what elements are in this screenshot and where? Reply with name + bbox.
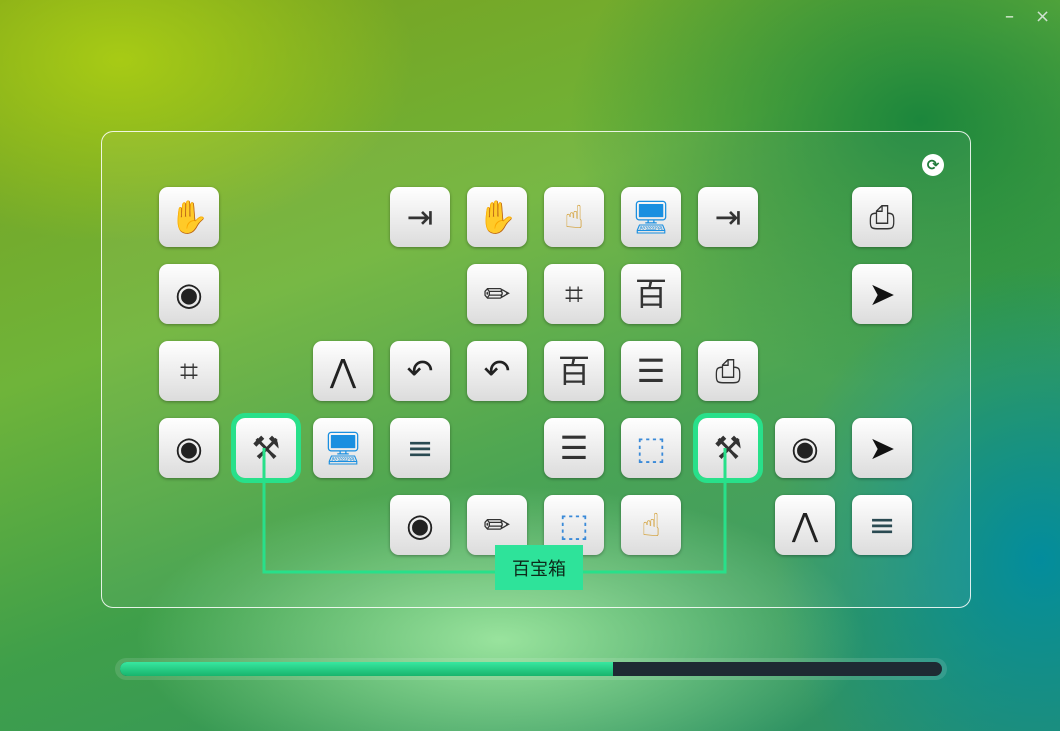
tile-tray-icon[interactable]: ⎙ (852, 187, 912, 247)
eraser-hand-icon: ☝ (564, 198, 584, 236)
exit-icon: ⇥ (714, 198, 742, 236)
screenshot-icon: ⬚ (558, 506, 590, 544)
eraser-hand-icon: ☝ (641, 506, 661, 544)
tile-spotlight-icon[interactable]: ◉ (775, 418, 835, 478)
crop-icon: ⌗ (564, 275, 584, 313)
tile-spotlight-icon[interactable]: ◉ (159, 418, 219, 478)
undo-icon: ↶ (406, 352, 434, 390)
progress-track (115, 658, 947, 680)
game-board (101, 131, 971, 608)
nodes-icon: ⋀ (791, 506, 819, 544)
progress-fill (120, 662, 614, 676)
tile-undo-icon[interactable]: ↶ (467, 341, 527, 401)
undo-icon: ↶ (483, 352, 511, 390)
tile-calligraphy-icon[interactable]: 百 (621, 264, 681, 324)
tile-pencil-icon[interactable]: ✏ (467, 264, 527, 324)
tile-exit-icon[interactable]: ⇥ (698, 187, 758, 247)
refresh-icon[interactable]: ⟳ (922, 154, 944, 176)
cursor-icon: ➤ (868, 275, 896, 313)
tile-list-icon[interactable]: ☰ (621, 341, 681, 401)
tile-monitor-icon[interactable]: 🖥 (621, 187, 681, 247)
list-icon: ☰ (559, 429, 589, 467)
crop-icon: ⌗ (179, 352, 199, 390)
nodes-icon: ⋀ (329, 352, 357, 390)
tile-menu-icon[interactable]: ≡ (390, 418, 450, 478)
monitor-icon: 🖥 (630, 198, 672, 236)
tile-nodes-icon[interactable]: ⋀ (313, 341, 373, 401)
progress-bar (120, 662, 942, 676)
tile-tray-icon[interactable]: ⎙ (698, 341, 758, 401)
spotlight-icon: ◉ (175, 275, 203, 313)
tile-crop-icon[interactable]: ⌗ (159, 341, 219, 401)
tile-monitor-icon[interactable]: 🖥 (313, 418, 373, 478)
tile-hand-icon[interactable]: ✋ (159, 187, 219, 247)
tile-undo-icon[interactable]: ↶ (390, 341, 450, 401)
tile-screenshot-icon[interactable]: ⬚ (621, 418, 681, 478)
tile-cursor-icon[interactable]: ➤ (852, 264, 912, 324)
tile-toolbox-icon[interactable]: ⚒ (693, 413, 763, 483)
spotlight-icon: ◉ (791, 429, 819, 467)
close-button[interactable]: × (1035, 8, 1050, 26)
tile-exit-icon[interactable]: ⇥ (390, 187, 450, 247)
tile-cursor-icon[interactable]: ➤ (852, 418, 912, 478)
tile-hand-icon[interactable]: ✋ (467, 187, 527, 247)
tray-icon: ⎙ (869, 198, 895, 236)
tile-toolbox-icon[interactable]: ⚒ (231, 413, 301, 483)
spotlight-icon: ◉ (175, 429, 203, 467)
tile-calligraphy-icon[interactable]: 百 (544, 341, 604, 401)
tray-icon: ⎙ (715, 352, 741, 390)
calligraphy-icon: 百 (557, 352, 590, 390)
toolbox-icon: ⚒ (713, 429, 743, 467)
exit-icon: ⇥ (406, 198, 434, 236)
tile-spotlight-icon[interactable]: ◉ (390, 495, 450, 555)
pencil-icon: ✏ (483, 506, 511, 544)
monitor-icon: 🖥 (322, 429, 364, 467)
tile-nodes-icon[interactable]: ⋀ (775, 495, 835, 555)
hand-icon: ✋ (169, 198, 209, 236)
cursor-icon: ➤ (868, 429, 896, 467)
calligraphy-icon: 百 (634, 275, 667, 313)
screenshot-icon: ⬚ (635, 429, 667, 467)
toolbox-icon: ⚒ (251, 429, 281, 467)
tile-list-icon[interactable]: ☰ (544, 418, 604, 478)
tile-eraser-hand-icon[interactable]: ☝ (621, 495, 681, 555)
list-icon: ☰ (636, 352, 666, 390)
hand-icon: ✋ (477, 198, 517, 236)
tile-eraser-hand-icon[interactable]: ☝ (544, 187, 604, 247)
menu-icon: ≡ (868, 506, 896, 544)
spotlight-icon: ◉ (406, 506, 434, 544)
minimize-button[interactable]: – (1005, 8, 1014, 26)
tile-spotlight-icon[interactable]: ◉ (159, 264, 219, 324)
menu-icon: ≡ (406, 429, 434, 467)
pencil-icon: ✏ (483, 275, 511, 313)
tile-menu-icon[interactable]: ≡ (852, 495, 912, 555)
tile-crop-icon[interactable]: ⌗ (544, 264, 604, 324)
match-label: 百宝箱 (495, 545, 583, 590)
